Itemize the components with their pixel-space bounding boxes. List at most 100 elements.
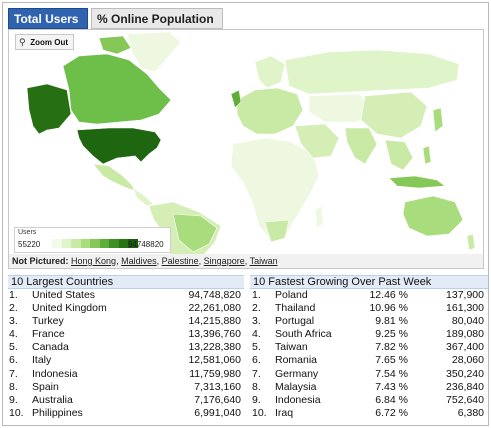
user-count: 14,215,880	[188, 315, 241, 328]
region-indonesia	[388, 175, 446, 189]
region-philippines	[422, 145, 432, 165]
rank: 7.	[252, 367, 261, 380]
not-pictured-bar: Not Pictured: Hong Kong, Maldives, Pales…	[9, 254, 483, 268]
rank: 9.	[9, 393, 18, 406]
legend-swatch	[99, 239, 109, 248]
user-count: 236,840	[446, 380, 484, 393]
magnifier-icon: ⚲	[19, 37, 26, 47]
fastest-growing-row: 4. South Africa 9.25 % 189,080	[250, 328, 488, 341]
largest-country-row: 2. United Kingdom 22,261,080	[8, 302, 244, 315]
legend-swatch	[80, 239, 90, 248]
growth-percent: 9.25 %	[375, 328, 408, 341]
user-count: 11,759,980	[189, 367, 241, 380]
rank: 9.	[252, 393, 261, 406]
user-count: 161,300	[446, 302, 484, 315]
fastest-growing-row: 10. Iraq 6.72 % 6,380	[250, 407, 488, 420]
user-count: 6,380	[457, 406, 484, 419]
largest-country-row: 3. Turkey 14,215,880	[8, 315, 244, 328]
fastest-growing-row: 5. Taiwan 7.82 % 367,400	[250, 341, 488, 354]
region-china	[360, 91, 428, 139]
fastest-growing-row: 6. Romania 7.65 % 28,060	[250, 354, 488, 367]
largest-countries-rows: 1. United States 94,748,820 2. United Kingdo…	[8, 289, 244, 420]
rank: 4.	[252, 328, 261, 341]
largest-country-row: 1. United States 94,748,820	[8, 289, 244, 302]
country-name: South Africa	[275, 328, 332, 341]
legend-swatch	[118, 239, 128, 248]
country-name: Romania	[275, 354, 318, 367]
country-name: Indonesia	[275, 393, 321, 406]
not-pictured-maldives[interactable]: Maldives	[121, 256, 157, 266]
user-count: 7,313,160	[194, 380, 241, 393]
country-name: Italy	[32, 354, 52, 367]
region-india	[344, 127, 378, 165]
rank: 1.	[9, 289, 18, 301]
user-count: 22,261,080	[188, 302, 241, 315]
growth-percent: 7.65 %	[375, 354, 408, 367]
fastest-growing-row: 8. Malaysia 7.43 % 236,840	[250, 381, 488, 394]
tab-total-users[interactable]: Total Users	[8, 8, 88, 29]
legend-color-scale	[52, 239, 138, 248]
user-count: 367,400	[446, 341, 484, 354]
user-count: 350,240	[446, 367, 484, 380]
rank: 5.	[9, 341, 18, 354]
user-count: 28,060	[451, 354, 484, 367]
region-mexico	[92, 163, 138, 193]
rank: 4.	[9, 328, 18, 341]
region-japan	[432, 107, 444, 133]
rank: 2.	[9, 302, 18, 315]
rank: 7.	[9, 367, 18, 380]
rank: 10.	[252, 406, 267, 419]
rank: 8.	[252, 380, 261, 393]
growth-percent: 7.43 %	[375, 380, 408, 393]
zoom-out-button[interactable]: ⚲ Zoom Out	[15, 34, 75, 50]
region-south-africa	[264, 219, 290, 243]
user-count: 12,581,060	[188, 354, 241, 367]
user-count: 13,396,760	[188, 328, 241, 341]
largest-country-row: 4. France 13,396,760	[8, 328, 244, 341]
largest-country-row: 8. Spain 7,313,160	[8, 381, 244, 394]
rank: 8.	[9, 380, 18, 393]
not-pictured-singapore[interactable]: Singapore	[204, 256, 245, 266]
rank: 5.	[252, 341, 261, 354]
world-map-panel[interactable]: ⚲ Zoom Out Users 55220 94748820 Not Pict…	[8, 29, 484, 269]
legend-swatch	[109, 239, 119, 248]
tab-online-population[interactable]: % Online Population	[91, 8, 223, 29]
growth-percent: 6.72 %	[375, 406, 408, 419]
not-pictured-hong-kong[interactable]: Hong Kong	[71, 256, 116, 266]
country-name: France	[32, 328, 65, 341]
fastest-growing-row: 2. Thailand 10.96 % 161,300	[250, 302, 488, 315]
region-scandinavia	[254, 55, 286, 89]
legend-swatch	[90, 239, 100, 248]
largest-country-row: 5. Canada 13,228,380	[8, 341, 244, 354]
region-europe	[236, 87, 304, 135]
region-southeast-asia	[384, 139, 414, 171]
user-count: 137,900	[446, 289, 484, 301]
legend-swatch	[52, 239, 62, 248]
legend-min-value: 55220	[18, 240, 41, 249]
country-name: Philippines	[32, 406, 83, 419]
region-russia	[284, 49, 460, 95]
map-legend: Users 55220 94748820	[14, 227, 171, 253]
country-name: Malaysia	[275, 380, 317, 393]
largest-country-row: 10. Philippines 6,991,040	[8, 407, 244, 420]
country-name: Poland	[275, 289, 308, 301]
country-name: Spain	[32, 380, 59, 393]
zoom-out-label: Zoom Out	[30, 38, 69, 47]
country-name: Iraq	[275, 406, 294, 419]
largest-country-row: 6. Italy 12,581,060	[8, 354, 244, 367]
rank: 3.	[252, 315, 261, 328]
largest-countries-title: 10 Largest Countries	[8, 275, 244, 289]
rank: 6.	[9, 354, 18, 367]
fastest-growing-row: 7. Germany 7.54 % 350,240	[250, 368, 488, 381]
not-pictured-label: Not Pictured:	[12, 256, 69, 266]
country-name: Australia	[32, 393, 73, 406]
fastest-growing-row: 1. Poland 12.46 % 137,900	[250, 289, 488, 302]
not-pictured-palestine[interactable]: Palestine	[162, 256, 199, 266]
fastest-growing-table: 10 Fastest Growing Over Past Week 1. Pola…	[250, 275, 488, 423]
largest-country-row: 7. Indonesia 11,759,980	[8, 368, 244, 381]
rank: 1.	[252, 289, 261, 301]
not-pictured-taiwan[interactable]: Taiwan	[250, 256, 278, 266]
fastest-growing-row: 3. Portugal 9.81 % 80,040	[250, 315, 488, 328]
country-name: Germany	[275, 367, 319, 380]
user-count: 7,176,640	[194, 393, 241, 406]
